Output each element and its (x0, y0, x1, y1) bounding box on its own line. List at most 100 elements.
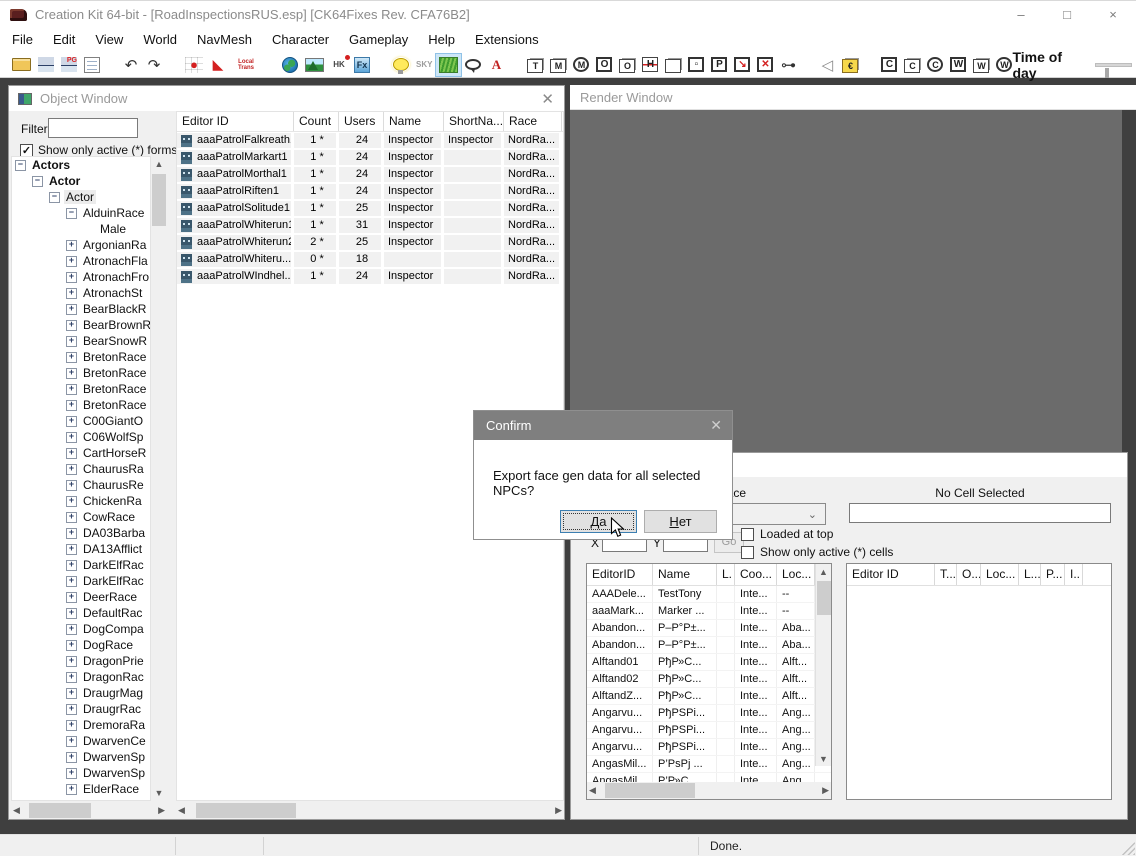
tree-item-dragonprie[interactable]: +DragonPrie (12, 653, 150, 669)
object-list-column-header[interactable]: Editor ID (177, 112, 294, 131)
cell-table-column-header[interactable]: T... (935, 564, 957, 585)
expand-icon[interactable]: + (66, 560, 77, 571)
scrollbar-thumb[interactable] (29, 803, 91, 818)
cell-table-column-header[interactable]: L... (1019, 564, 1041, 585)
tree-item-dwarvensp[interactable]: +DwarvenSp (12, 749, 150, 765)
expand-icon[interactable]: + (66, 784, 77, 795)
expand-icon[interactable]: + (66, 352, 77, 363)
expand-icon[interactable]: + (66, 512, 77, 523)
tree-item-cowrace[interactable]: +CowRace (12, 509, 150, 525)
confirm-close-icon[interactable]: ✕ (710, 417, 722, 434)
tree-item-draugrmag[interactable]: +DraugrMag (12, 685, 150, 701)
collapse-icon[interactable]: − (66, 208, 77, 219)
cell-row[interactable]: Abandon...Р–Р°Р±...Inte...Aba... (587, 620, 831, 637)
marker-p-square-icon[interactable]: P (711, 57, 727, 72)
tree-item-male[interactable]: Male (12, 221, 150, 237)
open-icon[interactable] (12, 58, 31, 71)
object-list-row[interactable]: aaaPatrolMorthal11 *24InspectorNordRa... (177, 166, 563, 183)
expand-icon[interactable]: + (66, 624, 77, 635)
object-list-row[interactable]: aaaPatrolWhiterun11 *31InspectorNordRa..… (177, 217, 563, 234)
cell-table-column-header[interactable]: Loc... (981, 564, 1019, 585)
marker-t-cube-icon[interactable]: T (527, 59, 543, 73)
cell-row[interactable]: AngasMil...Р’РѕРј ...Inte...Ang... (587, 756, 831, 773)
expand-icon[interactable]: + (66, 400, 77, 411)
object-window-titlebar[interactable]: Object Window ✕ (9, 86, 564, 111)
object-list-row[interactable]: aaaPatrolFalkreath11 *24InspectorInspect… (177, 132, 563, 149)
tree-item-alduinrace[interactable]: −AlduinRace (12, 205, 150, 221)
tree-item-actor[interactable]: −Actor (12, 173, 150, 189)
checkbox-icon[interactable] (741, 546, 754, 559)
object-list-row[interactable]: aaaPatrolWIndhel...1 *24InspectorNordRa.… (177, 268, 563, 285)
cell-row[interactable]: Angarvu...РђРЅРі...Inte...Ang... (587, 739, 831, 756)
expand-icon[interactable]: + (66, 608, 77, 619)
close-button[interactable]: × (1090, 1, 1136, 28)
object-list-column-header[interactable]: ShortNa... (444, 112, 504, 131)
menu-world[interactable]: World (133, 28, 187, 52)
expand-icon[interactable]: + (66, 336, 77, 347)
tree-item-bretonrace[interactable]: +BretonRace (12, 381, 150, 397)
checkbox-checked-icon[interactable]: ✓ (20, 144, 33, 157)
sky-icon[interactable]: SKY (416, 56, 432, 73)
cell-table-column-header[interactable]: Coo... (735, 564, 777, 585)
cell-table-column-header[interactable]: I.. (1065, 564, 1083, 585)
gold-icon[interactable]: € (842, 59, 858, 73)
collapse-icon[interactable]: − (15, 160, 26, 171)
tree-item-da03barba[interactable]: +DA03Barba (12, 525, 150, 541)
marker-c-circle-icon[interactable]: C (927, 57, 943, 72)
menu-view[interactable]: View (85, 28, 133, 52)
expand-icon[interactable]: + (66, 544, 77, 555)
expand-icon[interactable]: + (66, 752, 77, 763)
marker-o-square-icon[interactable]: O (596, 57, 612, 72)
undo-icon[interactable]: ↶ (123, 56, 139, 73)
tree-item-bearblackr[interactable]: +BearBlackR (12, 301, 150, 317)
menu-file[interactable]: File (2, 28, 43, 52)
cell-table-column-header[interactable]: Editor ID (847, 564, 935, 585)
scrollbar-thumb[interactable] (605, 783, 695, 798)
tree-item-dragonrac[interactable]: +DragonRac (12, 669, 150, 685)
tree-item-bearbrownr[interactable]: +BearBrownR (12, 317, 150, 333)
tree-item-c00gianto[interactable]: +C00GiantO (12, 413, 150, 429)
object-list-row[interactable]: aaaPatrolRiften11 *24InspectorNordRa... (177, 183, 563, 200)
menu-character[interactable]: Character (262, 28, 339, 52)
marker-c-square-icon[interactable]: C (881, 57, 897, 72)
x-marker-icon[interactable]: ✕ (757, 57, 773, 72)
expand-icon[interactable]: + (66, 768, 77, 779)
expand-icon[interactable]: + (66, 480, 77, 491)
time-of-day-slider[interactable] (1095, 63, 1132, 67)
scroll-left-icon[interactable]: ◀ (13, 805, 20, 816)
expand-icon[interactable]: + (66, 704, 77, 715)
yes-button[interactable]: Да (560, 510, 637, 533)
scroll-up-icon[interactable]: ▲ (816, 564, 831, 579)
filter-input[interactable] (48, 118, 138, 138)
room-marker-icon[interactable]: ↘ (734, 57, 750, 72)
cells-horizontal-scrollbar[interactable]: ◀ ▶ (587, 782, 831, 799)
expand-icon[interactable]: + (66, 256, 77, 267)
loaded-at-top-checkbox[interactable]: Loaded at top (741, 527, 833, 541)
cell-row[interactable]: Abandon...Р–Р°Р±...Inte...Aba... (587, 637, 831, 654)
tree-item-dograce[interactable]: +DogRace (12, 637, 150, 653)
object-list-column-header[interactable]: Race (504, 112, 562, 131)
scroll-left-icon[interactable]: ◀ (589, 785, 596, 796)
collapse-icon[interactable]: − (49, 192, 60, 203)
world-icon[interactable] (282, 57, 298, 73)
version-control-icon[interactable]: PG (61, 57, 77, 72)
object-window-close-icon[interactable]: ✕ (541, 90, 554, 108)
snap-to-grid-icon[interactable]: ● (185, 57, 203, 73)
portal-icon[interactable]: H (642, 57, 658, 72)
cube-icon[interactable] (665, 59, 681, 73)
redo-icon[interactable]: ↷ (146, 56, 162, 73)
maximize-button[interactable]: □ (1044, 1, 1090, 28)
sound-marker-icon[interactable]: ◁ (819, 56, 835, 73)
cell-row[interactable]: Angarvu...РђРЅРі...Inte...Ang... (587, 705, 831, 722)
menu-gameplay[interactable]: Gameplay (339, 28, 418, 52)
landscape-icon[interactable] (305, 58, 324, 72)
object-list-column-header[interactable]: Count (294, 112, 339, 131)
expand-icon[interactable]: + (66, 720, 77, 731)
show-only-active-cells-checkbox[interactable]: Show only active (*) cells (741, 545, 893, 559)
menu-help[interactable]: Help (418, 28, 465, 52)
cell-table-column-header[interactable]: O... (957, 564, 981, 585)
marker-w-square-icon[interactable]: W (950, 57, 966, 72)
scroll-right-icon[interactable]: ▶ (555, 805, 562, 816)
resize-grip-icon[interactable] (1122, 842, 1135, 855)
tree-item-atronachfro[interactable]: +AtronachFro (12, 269, 150, 285)
